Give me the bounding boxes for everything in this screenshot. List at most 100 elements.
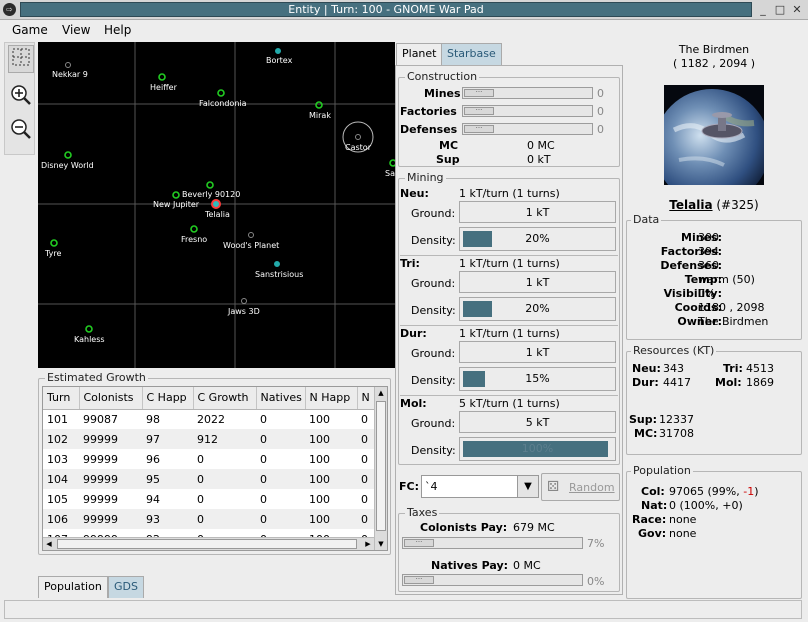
scroll-left-icon[interactable]: ◀ bbox=[43, 538, 55, 550]
owner-race: The Birdmen bbox=[678, 43, 750, 56]
table-row[interactable]: 105 99999 94 0 0 100 0 bbox=[43, 489, 377, 509]
planet-dot[interactable] bbox=[158, 73, 166, 81]
planet-dot[interactable] bbox=[206, 181, 214, 189]
natives-pay-label: Natives Pay: bbox=[431, 559, 509, 572]
close-icon[interactable]: ✕ bbox=[790, 2, 804, 17]
zoom-out-icon[interactable] bbox=[8, 117, 34, 145]
colonist-tax-percent: 7% bbox=[587, 537, 605, 550]
ground-label: Ground: bbox=[411, 207, 456, 220]
window-menu-icon[interactable]: ⇨ bbox=[3, 3, 16, 16]
growth-vscroll-thumb[interactable] bbox=[376, 401, 386, 531]
pop-col-label: Col: bbox=[641, 485, 665, 498]
planet-marker[interactable]: Castor bbox=[345, 134, 372, 153]
ground-value: 5 kT bbox=[525, 416, 550, 429]
maximize-icon[interactable]: □ bbox=[773, 2, 787, 17]
planet-dot[interactable] bbox=[65, 62, 71, 68]
native-tax-percent: 0% bbox=[587, 575, 605, 588]
planet-dot[interactable] bbox=[172, 191, 180, 199]
table-row[interactable]: 103 99999 96 0 0 100 0 bbox=[43, 449, 377, 469]
defenses-slider[interactable]: ··· bbox=[462, 123, 593, 135]
growth-column-header[interactable]: Colonists bbox=[79, 387, 143, 410]
colonist-tax-slider[interactable]: ··· bbox=[402, 537, 583, 549]
menu-game[interactable]: Game bbox=[12, 23, 48, 37]
pop-race-label: Race: bbox=[632, 513, 667, 526]
planet-dot[interactable] bbox=[248, 232, 254, 238]
menu-view[interactable]: View bbox=[62, 23, 90, 37]
table-cell: 100 bbox=[305, 429, 357, 449]
fc-dropdown-icon[interactable]: ▼ bbox=[517, 475, 539, 498]
planet-marker[interactable]: Jaws 3D bbox=[227, 298, 260, 317]
table-cell: 103 bbox=[47, 452, 68, 466]
random-fc-button[interactable]: ⚄ Random bbox=[541, 473, 620, 501]
growth-vertical-scrollbar[interactable]: ▲ ▼ bbox=[374, 387, 387, 550]
growth-horizontal-scrollbar[interactable]: ◀ ▶ bbox=[43, 537, 374, 550]
planet-dot[interactable] bbox=[85, 325, 93, 333]
grid-select-icon[interactable] bbox=[8, 45, 34, 73]
table-cell: 94 bbox=[146, 492, 160, 506]
star-map[interactable]: Nekkar 9 Bortex Heiffer Falcondonia Mirak Cas… bbox=[38, 42, 395, 368]
tab-gds[interactable]: GDS bbox=[108, 576, 144, 598]
fc-input[interactable]: `4 bbox=[421, 475, 518, 498]
growth-hscroll-thumb[interactable] bbox=[57, 539, 357, 549]
planet-label: Heiffer bbox=[150, 83, 178, 92]
scroll-up-icon[interactable]: ▲ bbox=[375, 387, 387, 399]
planet-marker[interactable]: Bortex bbox=[266, 48, 293, 66]
planet-dot[interactable] bbox=[217, 89, 225, 97]
table-row[interactable]: 101 99087 98 2022 0 100 0 bbox=[43, 409, 377, 429]
res-tri-value: 4513 bbox=[746, 362, 774, 375]
planet-name-link[interactable]: Telalia bbox=[669, 198, 712, 212]
planet-marker[interactable]: Sa bbox=[385, 159, 395, 178]
planet-marker[interactable]: Tyre bbox=[44, 239, 61, 258]
scroll-down-icon[interactable]: ▼ bbox=[375, 538, 387, 550]
colonists-pay-value: 679 MC bbox=[513, 521, 555, 534]
planet-marker[interactable]: Telalia bbox=[204, 199, 230, 219]
planet-dot[interactable] bbox=[275, 48, 281, 54]
native-tax-slider[interactable]: ··· bbox=[402, 574, 583, 586]
scroll-right-icon[interactable]: ▶ bbox=[362, 538, 374, 550]
tab-population[interactable]: Population bbox=[38, 576, 108, 598]
planet-dot[interactable] bbox=[315, 101, 323, 109]
planet-marker[interactable]: Disney World bbox=[41, 151, 94, 170]
table-cell: 97 bbox=[142, 429, 193, 449]
selected-planet-marker[interactable] bbox=[211, 199, 221, 209]
planet-marker[interactable]: Sanstrisious bbox=[255, 261, 303, 280]
growth-column-header[interactable]: C Happ bbox=[142, 387, 194, 410]
growth-column-header[interactable]: N Happ bbox=[305, 387, 358, 410]
planet-marker[interactable]: Fresno bbox=[181, 225, 207, 244]
minimize-icon[interactable]: _ bbox=[756, 2, 770, 17]
fc-label: FC: bbox=[399, 480, 419, 493]
planet-marker[interactable]: Kahless bbox=[74, 325, 105, 344]
planet-marker[interactable]: Mirak bbox=[309, 101, 331, 120]
mines-slider[interactable]: ··· bbox=[462, 87, 593, 99]
planet-marker[interactable]: Nekkar 9 bbox=[52, 62, 88, 80]
growth-table[interactable]: Turn Colonists C Happ C Growth Natives N Happ… bbox=[42, 386, 388, 551]
ground-field: 1 kT bbox=[459, 201, 616, 223]
planet-marker[interactable]: Falcondonia bbox=[199, 89, 247, 108]
star-map-canvas[interactable]: Nekkar 9 Bortex Heiffer Falcondonia Mirak Cas… bbox=[38, 42, 395, 368]
planet-dot[interactable] bbox=[355, 134, 361, 140]
table-row[interactable]: 104 99999 95 0 0 100 0 bbox=[43, 469, 377, 489]
pop-race-value: none bbox=[669, 513, 697, 526]
growth-column-header[interactable]: Natives bbox=[256, 387, 306, 410]
planet-marker[interactable]: Beverly 90120 bbox=[182, 181, 240, 199]
planet-marker[interactable]: Heiffer bbox=[150, 73, 178, 92]
planet-marker[interactable]: Wood's Planet bbox=[223, 232, 279, 251]
mining-separator bbox=[400, 255, 618, 256]
growth-column-header[interactable]: Turn bbox=[43, 387, 80, 410]
menu-help[interactable]: Help bbox=[104, 23, 131, 37]
planet-dot[interactable] bbox=[274, 261, 280, 267]
table-cell: 0 bbox=[197, 492, 204, 506]
planet-dot[interactable] bbox=[50, 239, 58, 247]
planet-dot[interactable] bbox=[190, 225, 198, 233]
factories-slider[interactable]: ··· bbox=[462, 105, 593, 117]
zoom-in-icon[interactable] bbox=[8, 83, 34, 111]
table-row[interactable]: 102 99999 97 912 0 100 0 bbox=[43, 429, 377, 449]
planet-dot[interactable] bbox=[64, 151, 72, 159]
growth-table-grid: Turn Colonists C Happ C Growth Natives N Happ… bbox=[43, 387, 378, 549]
tab-starbase[interactable]: Starbase bbox=[441, 43, 502, 65]
defenses-label: Defenses bbox=[400, 123, 458, 136]
growth-column-header[interactable]: C Growth bbox=[193, 387, 257, 410]
planet-dot[interactable] bbox=[241, 298, 247, 304]
tab-planet[interactable]: Planet bbox=[396, 43, 443, 65]
table-row[interactable]: 106 99999 93 0 0 100 0 bbox=[43, 509, 377, 529]
